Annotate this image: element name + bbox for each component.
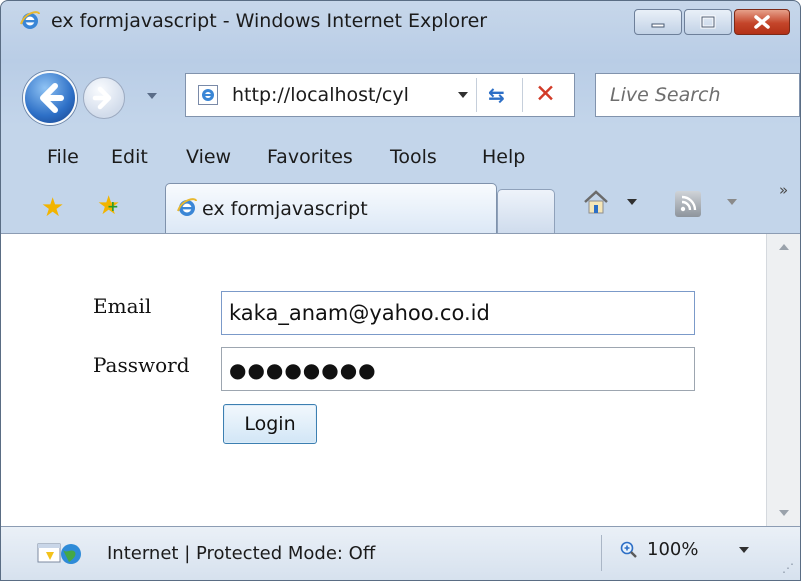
search-placeholder[interactable]: Live Search <box>610 84 721 106</box>
password-label: Password <box>93 353 190 377</box>
zoom-magnifier-icon <box>620 541 637 558</box>
close-icon <box>754 15 770 29</box>
vertical-scrollbar[interactable] <box>766 234 800 526</box>
title-bar: ex formjavascript - Windows Internet Exp… <box>1 1 800 41</box>
tab-active[interactable]: ex formjavascript <box>165 183 497 233</box>
favorites-star-icon[interactable]: ★ <box>41 193 64 223</box>
chevron-right-icon[interactable]: » <box>779 181 788 199</box>
feeds-icon[interactable] <box>675 191 701 217</box>
forward-button[interactable] <box>83 77 125 119</box>
login-button[interactable]: Login <box>223 404 317 444</box>
menu-favorites[interactable]: Favorites <box>267 146 353 168</box>
add-plus-icon: + <box>107 199 119 215</box>
status-bar: Internet | Protected Mode: Off 100% ⋰ <box>1 527 800 580</box>
scroll-up-icon[interactable] <box>779 244 789 250</box>
minimize-button[interactable] <box>634 9 682 35</box>
search-box[interactable]: Live Search <box>595 73 800 117</box>
home-icon[interactable] <box>581 187 611 217</box>
refresh-icon[interactable]: ⇆ <box>488 83 505 107</box>
rss-icon <box>680 195 697 212</box>
menu-file[interactable]: File <box>47 146 79 168</box>
address-separator <box>476 78 477 112</box>
ie-page-icon <box>202 89 214 101</box>
status-separator <box>601 535 602 571</box>
back-button[interactable] <box>23 71 77 125</box>
page-icon <box>198 85 218 105</box>
menu-edit[interactable]: Edit <box>111 146 148 168</box>
ie-tab-icon <box>177 198 197 216</box>
stop-icon[interactable]: ✕ <box>535 79 556 108</box>
password-masked-value[interactable]: ●●●●●●●● <box>229 358 377 382</box>
protected-mode-icon[interactable] <box>37 540 89 568</box>
menu-bar: File Edit View Favorites Tools Help <box>1 137 800 175</box>
tab-title[interactable]: ex formjavascript <box>202 198 368 220</box>
scroll-down-icon[interactable] <box>779 510 789 516</box>
address-text[interactable]: http://localhost/cyl <box>232 84 409 106</box>
menu-tools[interactable]: Tools <box>390 146 437 168</box>
ie-logo-icon <box>20 11 40 29</box>
window-title: ex formjavascript - Windows Internet Exp… <box>51 10 488 32</box>
feeds-dropdown-icon[interactable] <box>727 199 737 205</box>
zoom-level[interactable]: 100% <box>647 539 698 560</box>
menu-help[interactable]: Help <box>482 146 525 168</box>
address-bar[interactable]: http://localhost/cyl ⇆ ✕ <box>185 73 575 117</box>
zoom-dropdown-icon[interactable] <box>739 547 749 553</box>
resize-grip-icon[interactable]: ⋰ <box>782 561 794 575</box>
email-label: Email <box>93 294 152 318</box>
password-field[interactable]: ●●●●●●●● <box>221 347 695 391</box>
maximize-icon <box>700 15 716 29</box>
arrow-left-icon <box>40 83 64 113</box>
browser-window: ex formjavascript - Windows Internet Exp… <box>0 0 801 581</box>
menu-view[interactable]: View <box>186 146 231 168</box>
email-field[interactable] <box>221 291 695 335</box>
arrow-right-icon <box>92 86 112 110</box>
home-dropdown-icon[interactable] <box>627 199 637 205</box>
address-dropdown-icon[interactable] <box>458 92 468 98</box>
minimize-icon <box>651 23 665 28</box>
close-button[interactable] <box>734 9 790 35</box>
recent-pages-dropdown-icon[interactable] <box>147 93 157 99</box>
page-content: Email Password ●●●●●●●● Login <box>1 233 800 527</box>
new-tab-button[interactable] <box>497 189 555 233</box>
security-zone-text[interactable]: Internet | Protected Mode: Off <box>107 543 375 564</box>
email-input[interactable] <box>222 292 694 334</box>
maximize-button[interactable] <box>684 9 732 35</box>
address-separator <box>522 78 523 112</box>
window-controls <box>634 9 790 35</box>
